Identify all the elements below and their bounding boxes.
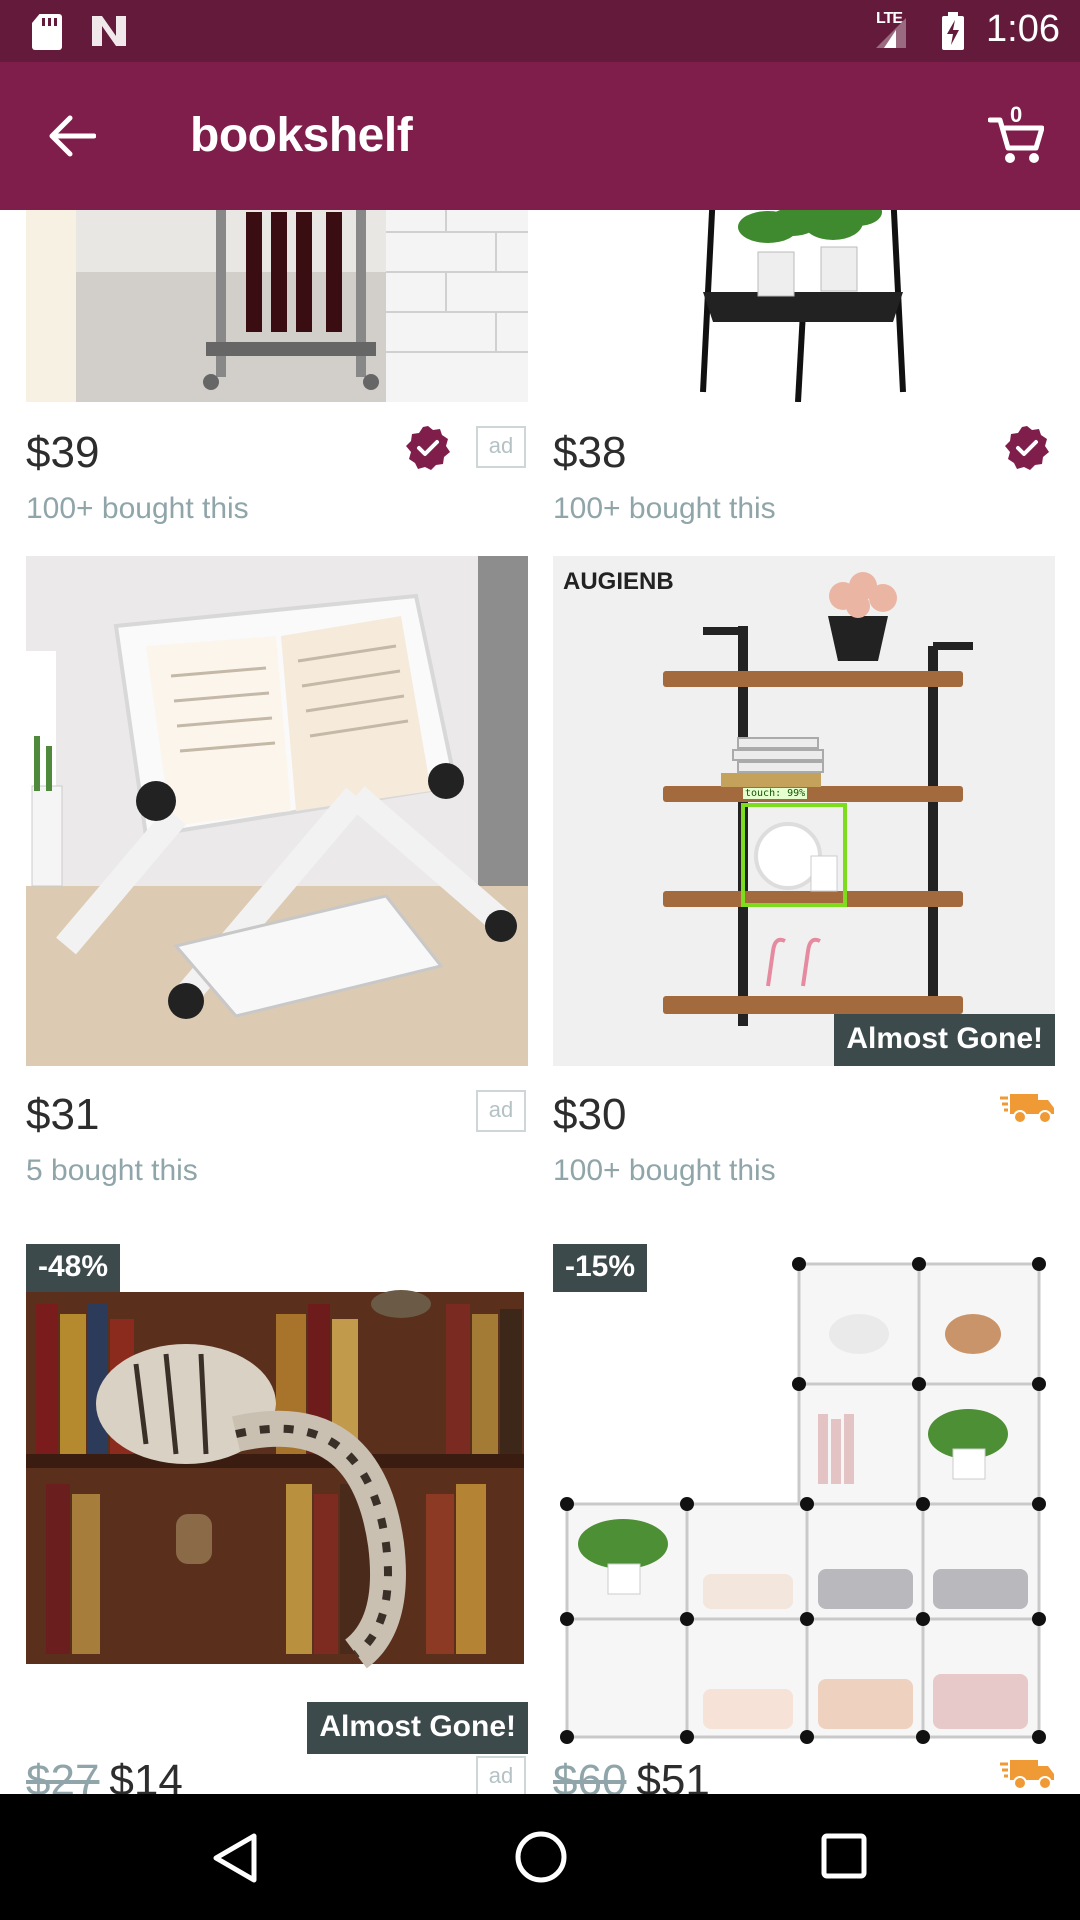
original-price: $60 bbox=[553, 1756, 627, 1794]
product-grid: $39 ad 100+ bought this $38 100+ bought … bbox=[0, 210, 1080, 1794]
detection-box bbox=[741, 803, 847, 907]
product-card[interactable]: -48% Almost Gone! bbox=[26, 1244, 528, 1754]
product-image-wine-rack[interactable] bbox=[26, 210, 528, 402]
verified-icon bbox=[1005, 426, 1049, 470]
product-image-plant-stand[interactable] bbox=[553, 210, 1055, 402]
nav-home-icon[interactable] bbox=[514, 1830, 568, 1884]
page-title: bookshelf bbox=[190, 109, 413, 162]
original-price: $27 bbox=[26, 1756, 100, 1794]
product-card[interactable]: AUGIENB touch: 99% Almost Gone! bbox=[553, 556, 1055, 1066]
verified-icon bbox=[406, 426, 450, 470]
nav-recents-icon[interactable] bbox=[820, 1832, 868, 1880]
brand-logo: AUGIENB bbox=[563, 568, 674, 595]
back-arrow-icon[interactable] bbox=[48, 114, 96, 158]
app-bar: bookshelf 0 bbox=[0, 62, 1080, 210]
notification-n-icon bbox=[92, 16, 126, 46]
product-price: $31 bbox=[26, 1090, 100, 1139]
product-image-cube-organizer[interactable]: -15% bbox=[553, 1244, 1055, 1754]
ad-label: ad bbox=[476, 426, 526, 468]
discount-badge: -48% bbox=[26, 1244, 121, 1292]
product-image-book-stand[interactable] bbox=[26, 556, 528, 1066]
detection-label: touch: 99% bbox=[743, 788, 808, 799]
almost-gone-badge: Almost Gone! bbox=[307, 1702, 528, 1754]
almost-gone-badge: Almost Gone! bbox=[834, 1014, 1055, 1066]
product-image-pipe-shelf[interactable]: AUGIENB touch: 99% Almost Gone! bbox=[553, 556, 1055, 1066]
truck-icon bbox=[1000, 1094, 1054, 1124]
product-card[interactable]: -15% bbox=[553, 1244, 1055, 1754]
battery-charging-icon bbox=[942, 12, 964, 50]
truck-icon bbox=[1000, 1760, 1054, 1790]
cart-count-badge: 0 bbox=[1010, 102, 1023, 127]
product-price: $39 bbox=[26, 428, 100, 477]
product-card[interactable] bbox=[553, 210, 1055, 402]
product-image-cat-bookshelf-art[interactable]: -48% Almost Gone! bbox=[26, 1244, 528, 1754]
bought-count: 100+ bought this bbox=[553, 492, 776, 525]
product-price: $38 bbox=[553, 428, 627, 477]
ad-label: ad bbox=[476, 1756, 526, 1794]
ad-label: ad bbox=[476, 1090, 526, 1132]
system-nav-bar bbox=[0, 1794, 1080, 1920]
clock: 1:06 bbox=[986, 8, 1060, 50]
product-card[interactable] bbox=[26, 556, 528, 1066]
product-card[interactable] bbox=[26, 210, 528, 402]
bought-count: 100+ bought this bbox=[26, 492, 249, 525]
product-price: $30 bbox=[553, 1090, 627, 1139]
product-price: $60 $51 bbox=[553, 1756, 710, 1794]
signal-icon bbox=[876, 18, 906, 48]
status-bar: LTE 1:06 bbox=[0, 0, 1080, 62]
nav-back-icon[interactable] bbox=[210, 1832, 260, 1884]
product-price: $27 $14 bbox=[26, 1756, 183, 1794]
sd-card-icon bbox=[32, 14, 62, 50]
bought-count: 100+ bought this bbox=[553, 1154, 776, 1187]
bought-count: 5 bought this bbox=[26, 1154, 198, 1187]
discount-badge: -15% bbox=[553, 1244, 648, 1292]
